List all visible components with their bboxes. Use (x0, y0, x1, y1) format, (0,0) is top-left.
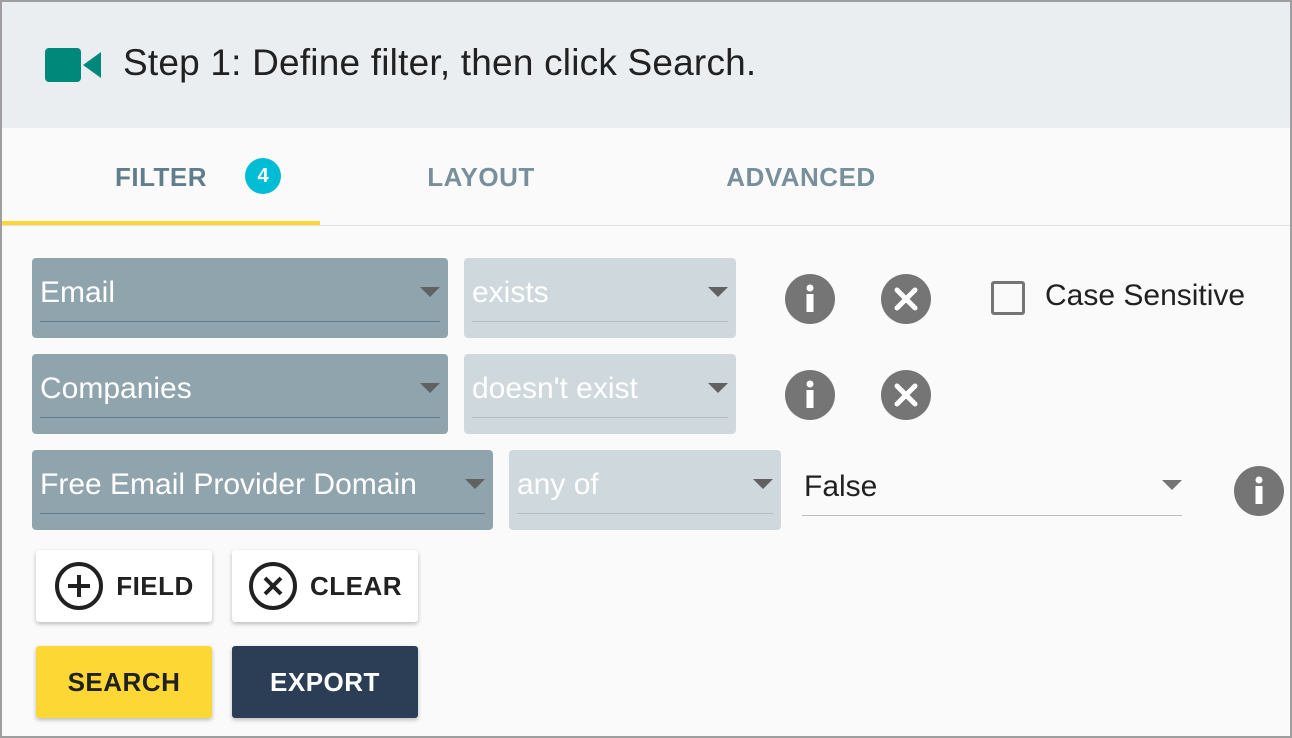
chevron-down-icon (1162, 480, 1182, 490)
active-tab-indicator (2, 221, 320, 225)
case-sensitive-checkbox[interactable] (991, 281, 1025, 315)
filter-operator-select-1[interactable]: exists (464, 258, 736, 338)
filter-operator-value: doesn't exist (472, 372, 638, 405)
chevron-down-icon (420, 287, 440, 297)
filter-field-value: Free Email Provider Domain (40, 468, 417, 501)
filter-field-value: Companies (40, 372, 192, 405)
case-sensitive-label: Case Sensitive (1045, 279, 1246, 312)
filter-operator-value: exists (472, 276, 549, 309)
filter-value: False (804, 470, 878, 503)
chevron-down-icon (420, 383, 440, 393)
filter-operator-select-3[interactable]: any of (509, 450, 781, 530)
info-button-2[interactable] (785, 370, 835, 420)
panel-header: Step 1: Define filter, then click Search… (2, 2, 1290, 128)
select-underline (472, 321, 728, 322)
select-underline (517, 513, 773, 514)
video-camera-icon (45, 48, 101, 82)
select-underline (472, 417, 728, 418)
add-field-label: FIELD (116, 570, 194, 601)
info-icon (806, 380, 814, 408)
close-icon (894, 383, 918, 407)
search-label: SEARCH (67, 666, 181, 697)
chevron-down-icon (708, 287, 728, 297)
filter-operator-value: any of (517, 468, 599, 501)
filter-field-value: Email (40, 276, 116, 309)
export-button[interactable]: EXPORT (232, 646, 418, 718)
filter-field-select-1[interactable]: Email (32, 258, 448, 338)
chevron-down-icon (465, 479, 485, 489)
select-underline (802, 515, 1182, 516)
filter-panel: Step 1: Define filter, then click Search… (0, 0, 1292, 738)
select-underline (40, 417, 440, 418)
add-field-button[interactable]: FIELD (36, 550, 212, 622)
tab-filter-label: FILTER (114, 161, 208, 192)
tab-bar: FILTER 4 LAYOUT ADVANCED (2, 128, 1290, 226)
tab-layout[interactable]: LAYOUT (322, 128, 640, 226)
remove-filter-button-2[interactable] (881, 370, 931, 420)
search-button[interactable]: SEARCH (36, 646, 212, 718)
export-label: EXPORT (270, 666, 380, 697)
chevron-down-icon (753, 479, 773, 489)
page-title: Step 1: Define filter, then click Search… (123, 42, 757, 83)
filter-field-select-2[interactable]: Companies (32, 354, 448, 434)
info-icon (1255, 476, 1263, 504)
plus-circle-icon (55, 562, 104, 610)
select-underline (40, 513, 485, 514)
tab-layout-label: LAYOUT (427, 161, 535, 192)
close-circle-icon (248, 562, 297, 610)
clear-button[interactable]: CLEAR (232, 550, 418, 622)
tab-advanced[interactable]: ADVANCED (642, 128, 960, 226)
filter-count-badge: 4 (245, 158, 281, 194)
chevron-down-icon (708, 383, 728, 393)
select-underline (40, 321, 440, 322)
info-button-3[interactable] (1234, 466, 1284, 516)
clear-label: CLEAR (309, 570, 403, 601)
tab-advanced-label: ADVANCED (726, 161, 876, 192)
info-button-1[interactable] (785, 274, 835, 324)
remove-filter-button-1[interactable] (881, 274, 931, 324)
info-icon (806, 284, 814, 312)
filter-field-select-3[interactable]: Free Email Provider Domain (32, 450, 493, 530)
filter-operator-select-2[interactable]: doesn't exist (464, 354, 736, 434)
close-icon (894, 287, 918, 311)
filter-value-select-3[interactable]: False (802, 452, 1182, 516)
